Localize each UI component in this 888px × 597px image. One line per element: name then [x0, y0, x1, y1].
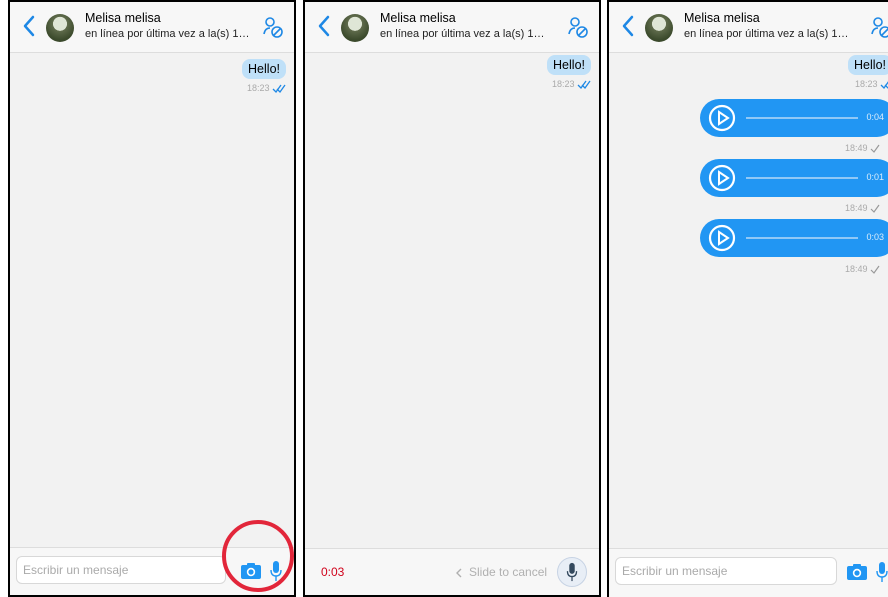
double-check-icon: [577, 80, 591, 90]
composer-bar: [609, 548, 888, 597]
double-check-icon: [880, 81, 888, 90]
microphone-icon[interactable]: [876, 561, 888, 583]
chat-header: Melisa melisa en línea por última vez a …: [609, 2, 888, 53]
double-check-icon: [272, 84, 286, 94]
contact-name[interactable]: Melisa melisa: [85, 11, 161, 25]
message-bubble-hello[interactable]: Hello!: [848, 55, 888, 75]
avatar[interactable]: [341, 14, 369, 42]
single-check-icon: [870, 265, 880, 275]
recording-mic-button[interactable]: [557, 557, 587, 587]
slide-to-cancel-label: Slide to cancel: [469, 565, 548, 579]
play-icon[interactable]: [708, 104, 736, 132]
chat-header: Melisa melisa en línea por última vez a …: [10, 2, 294, 53]
back-chevron-icon[interactable]: [619, 13, 637, 39]
message-meta: 18:49: [844, 143, 880, 154]
voice-duration: 0:03: [866, 232, 884, 242]
back-chevron-icon[interactable]: [20, 13, 38, 39]
camera-icon[interactable]: [846, 563, 868, 581]
message-bubble-hello[interactable]: Hello!: [242, 59, 286, 79]
voice-message[interactable]: 0:04: [700, 99, 888, 137]
single-check-icon: [870, 204, 880, 214]
single-check-icon: [870, 144, 880, 154]
avatar[interactable]: [645, 14, 673, 42]
message-time: 18:23: [246, 83, 270, 93]
contact-block-icon[interactable]: [567, 16, 589, 40]
voice-progress-track[interactable]: [746, 177, 858, 179]
avatar[interactable]: [46, 14, 74, 42]
contact-name[interactable]: Melisa melisa: [380, 11, 456, 25]
contact-status: en línea por última vez a la(s) 1…: [85, 28, 250, 40]
microphone-icon: [566, 562, 578, 582]
chat-header: Melisa melisa en línea por última vez a …: [305, 2, 599, 53]
recording-bar: 0:03 Slide to cancel: [305, 548, 599, 595]
back-chevron-icon[interactable]: [315, 13, 333, 39]
message-meta: 18:49: [844, 203, 880, 214]
voice-duration: 0:01: [866, 172, 884, 182]
recording-timer: 0:03: [321, 565, 345, 579]
voice-message[interactable]: 0:03: [700, 219, 888, 257]
highlight-circle-annotation: [222, 520, 294, 592]
chat-screen-idle: Melisa melisa en línea por última vez a …: [8, 0, 296, 597]
chat-screen-recording: Melisa melisa en línea por última vez a …: [303, 0, 601, 597]
contact-status: en línea por última vez a la(s) 1…: [380, 28, 545, 40]
message-input[interactable]: [615, 557, 837, 585]
message-input[interactable]: [16, 556, 226, 584]
voice-duration: 0:04: [866, 112, 884, 122]
chat-screen-with-voice-notes: Melisa melisa en línea por última vez a …: [607, 0, 888, 597]
play-icon[interactable]: [708, 224, 736, 252]
message-meta: 18:23: [854, 79, 888, 90]
message-bubble-hello[interactable]: Hello!: [547, 55, 591, 75]
message-time: 18:49: [844, 143, 868, 153]
message-time: 18:49: [844, 203, 868, 213]
voice-progress-track[interactable]: [746, 117, 858, 119]
contact-name[interactable]: Melisa melisa: [684, 11, 760, 25]
contact-status: en línea por última vez a la(s) 1…: [684, 28, 849, 40]
message-meta: 18:49: [844, 264, 880, 275]
chevron-left-icon: [456, 568, 462, 578]
slide-to-cancel-hint[interactable]: Slide to cancel: [455, 565, 547, 579]
voice-progress-track[interactable]: [746, 237, 858, 239]
message-meta: 18:23: [246, 83, 286, 94]
voice-message[interactable]: 0:01: [700, 159, 888, 197]
play-icon[interactable]: [708, 164, 736, 192]
message-time: 18:23: [854, 79, 878, 89]
contact-block-icon[interactable]: [870, 16, 888, 40]
contact-block-icon[interactable]: [262, 16, 284, 40]
message-time: 18:49: [844, 264, 868, 274]
message-meta: 18:23: [551, 79, 591, 90]
message-time: 18:23: [551, 79, 575, 89]
